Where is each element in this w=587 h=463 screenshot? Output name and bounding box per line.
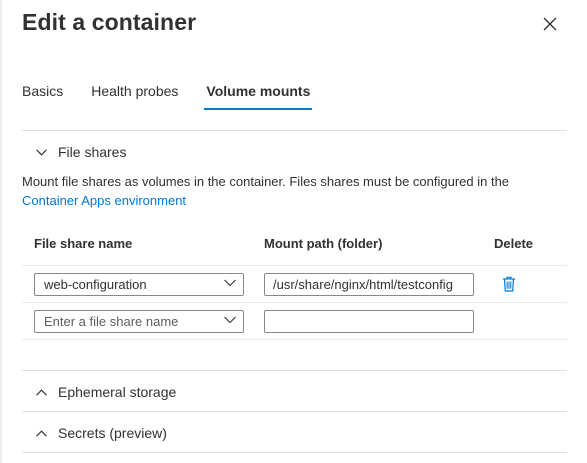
chevron-up-icon: [36, 429, 47, 437]
chevron-down-icon: [224, 316, 236, 324]
divider: [22, 411, 567, 412]
secrets-section-toggle[interactable]: Secrets (preview): [36, 423, 167, 443]
file-shares-description: Mount file shares as volumes in the cont…: [22, 172, 567, 210]
new-file-share-placeholder: Enter a file share name: [44, 314, 179, 329]
close-button[interactable]: [540, 14, 560, 34]
chevron-up-icon: [36, 388, 47, 396]
secrets-heading: Secrets (preview): [58, 425, 167, 441]
column-header-file-share-name: File share name: [34, 236, 133, 251]
description-text: Mount file shares as volumes in the cont…: [22, 174, 510, 189]
column-header-mount-path: Mount path (folder): [264, 236, 383, 251]
row-divider: [22, 265, 567, 266]
tab-basics[interactable]: Basics: [22, 82, 63, 112]
panel-edge-shadow: [0, 0, 3, 463]
chevron-down-icon: [36, 148, 47, 156]
tab-health-probes[interactable]: Health probes: [91, 82, 178, 112]
file-share-dropdown[interactable]: web-configuration: [34, 273, 244, 296]
new-mount-path-input[interactable]: [264, 310, 474, 333]
container-apps-environment-link[interactable]: Container Apps environment: [22, 193, 186, 208]
divider: [22, 130, 567, 131]
tab-volume-mounts[interactable]: Volume mounts: [204, 82, 313, 112]
row-divider: [22, 302, 567, 303]
column-header-delete: Delete: [494, 236, 534, 251]
ephemeral-storage-section-toggle[interactable]: Ephemeral storage: [36, 382, 176, 402]
tab-bar: Basics Health probes Volume mounts: [22, 82, 338, 112]
file-share-selected-value: web-configuration: [44, 277, 147, 292]
file-shares-heading: File shares: [58, 144, 127, 160]
ephemeral-storage-heading: Ephemeral storage: [58, 384, 177, 400]
new-file-share-dropdown[interactable]: Enter a file share name: [34, 310, 244, 333]
trash-icon: [503, 276, 515, 292]
row-divider: [22, 339, 567, 340]
mount-path-input[interactable]: /usr/share/nginx/html/testconfig: [264, 273, 474, 296]
divider: [22, 452, 567, 453]
close-icon: [543, 17, 557, 31]
chevron-down-icon: [224, 279, 236, 287]
file-shares-section-toggle[interactable]: File shares: [36, 142, 126, 162]
delete-row-button[interactable]: [502, 276, 516, 297]
divider: [22, 370, 567, 371]
panel-title: Edit a container: [22, 9, 197, 35]
